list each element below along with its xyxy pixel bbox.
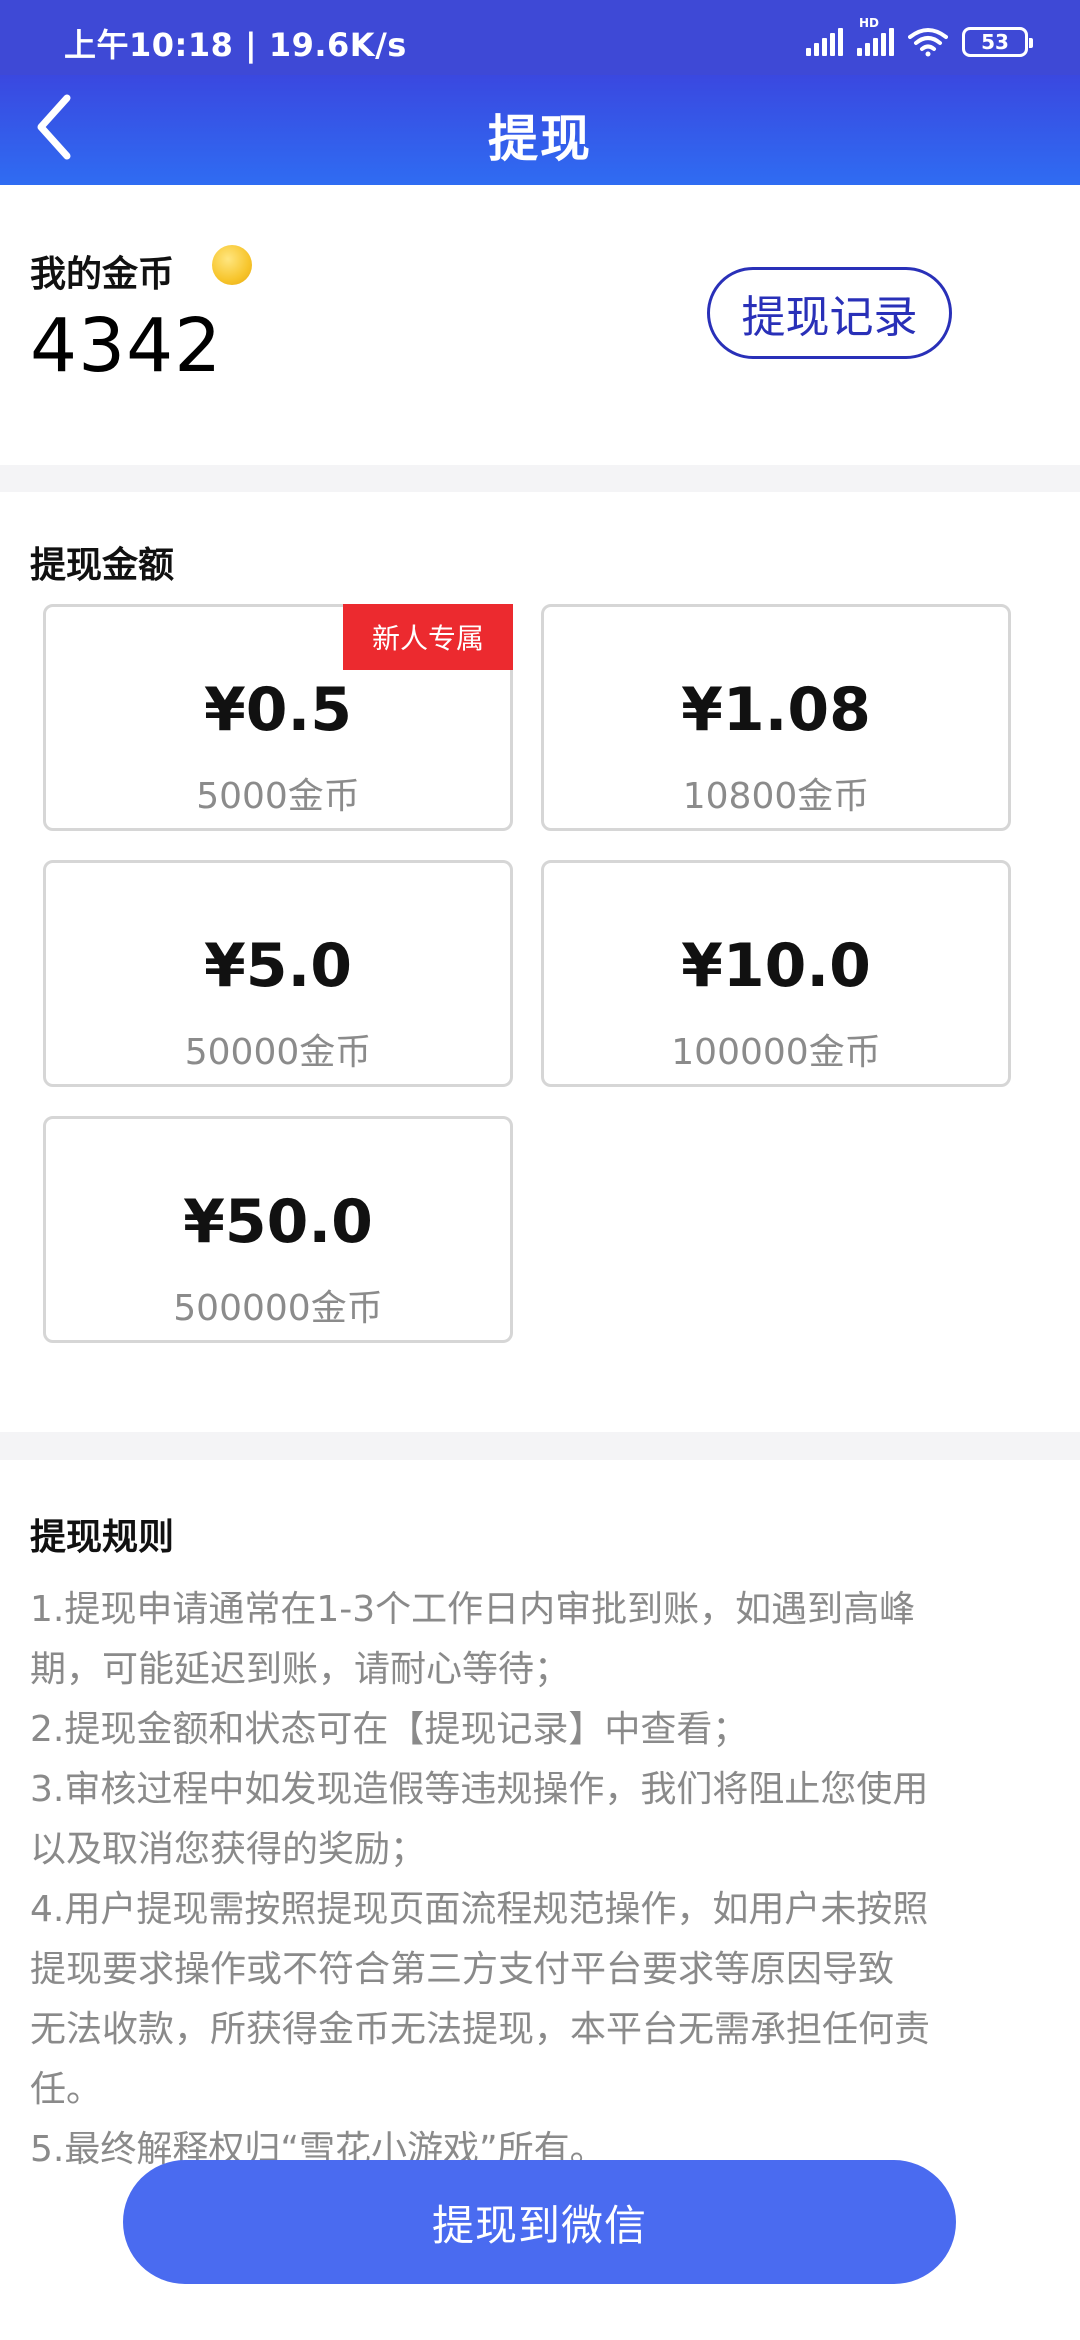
amount-option-50[interactable]: ¥50.0 500000金币: [43, 1116, 513, 1343]
amount-option-0-5[interactable]: 新人专属 ¥0.5 5000金币: [43, 604, 513, 831]
coins-label: 我的金币: [30, 254, 175, 295]
option-price: ¥10.0: [681, 931, 871, 1001]
amount-title: 提现金额: [30, 545, 175, 586]
rule-line: 以及取消您获得的奖励；: [30, 1829, 427, 1870]
amount-option-10[interactable]: ¥10.0 100000金币: [541, 860, 1011, 1087]
option-coins: 10800金币: [682, 776, 870, 817]
option-coins: 100000金币: [671, 1032, 881, 1073]
newcomer-badge: 新人专属: [343, 604, 513, 670]
hd-label: HD: [859, 16, 880, 30]
wifi-icon: [908, 28, 948, 57]
option-price: ¥0.5: [203, 675, 353, 745]
battery-level: 53: [981, 30, 1009, 54]
signal-icon: [806, 28, 843, 56]
rules-text: 1.提现申请通常在1-3个工作日内审批到账，如遇到高峰 期，可能延迟到账，请耐心…: [30, 1580, 1055, 2180]
amount-section: 提现金额 新人专属 ¥0.5 5000金币 ¥1.08 10800金币 ¥5.0…: [0, 492, 1080, 1432]
withdraw-to-wechat-button[interactable]: 提现到微信: [123, 2160, 956, 2284]
rules-title: 提现规则: [30, 1517, 175, 1558]
option-coins: 5000金币: [196, 776, 360, 817]
rule-line: 无法收款，所获得金币无法提现，本平台无需承担任何责: [30, 2009, 931, 2050]
rule-line: 任。: [30, 2069, 103, 2110]
option-coins: 500000金币: [173, 1288, 383, 1329]
gold-coin-icon: [212, 245, 252, 285]
rule-line: 2.提现金额和状态可在【提现记录】中查看；: [30, 1709, 749, 1750]
page-title: 提现: [488, 110, 592, 168]
coins-value: 4342: [30, 303, 223, 389]
option-price: ¥50.0: [183, 1187, 373, 1257]
rule-line: 提现要求操作或不符合第三方支付平台要求等原因导致: [30, 1949, 895, 1990]
status-time: 上午10:18 | 19.6K/s: [64, 26, 407, 64]
app-header: 提现: [0, 75, 1080, 185]
option-price: ¥1.08: [681, 675, 871, 745]
withdraw-record-button[interactable]: 提现记录: [707, 267, 952, 359]
option-price: ¥5.0: [203, 931, 353, 1001]
coins-section: 我的金币 4342 提现记录: [0, 185, 1080, 465]
rule-line: 3.审核过程中如发现造假等违规操作，我们将阻止您使用: [30, 1769, 929, 1810]
rule-line: 4.用户提现需按照提现页面流程规范操作，如用户未按照: [30, 1889, 929, 1930]
hd-signal-icon: HD: [857, 16, 894, 56]
rule-line: 1.提现申请通常在1-3个工作日内审批到账，如遇到高峰: [30, 1589, 916, 1630]
option-coins: 50000金币: [184, 1032, 372, 1073]
status-icons: HD 53: [806, 16, 1033, 60]
amount-option-5[interactable]: ¥5.0 50000金币: [43, 860, 513, 1087]
amount-option-1-08[interactable]: ¥1.08 10800金币: [541, 604, 1011, 831]
status-bar: 上午10:18 | 19.6K/s HD 53: [0, 0, 1080, 75]
battery-icon: 53: [962, 27, 1033, 57]
rule-line: 期，可能延迟到账，请耐心等待；: [30, 1649, 571, 1690]
